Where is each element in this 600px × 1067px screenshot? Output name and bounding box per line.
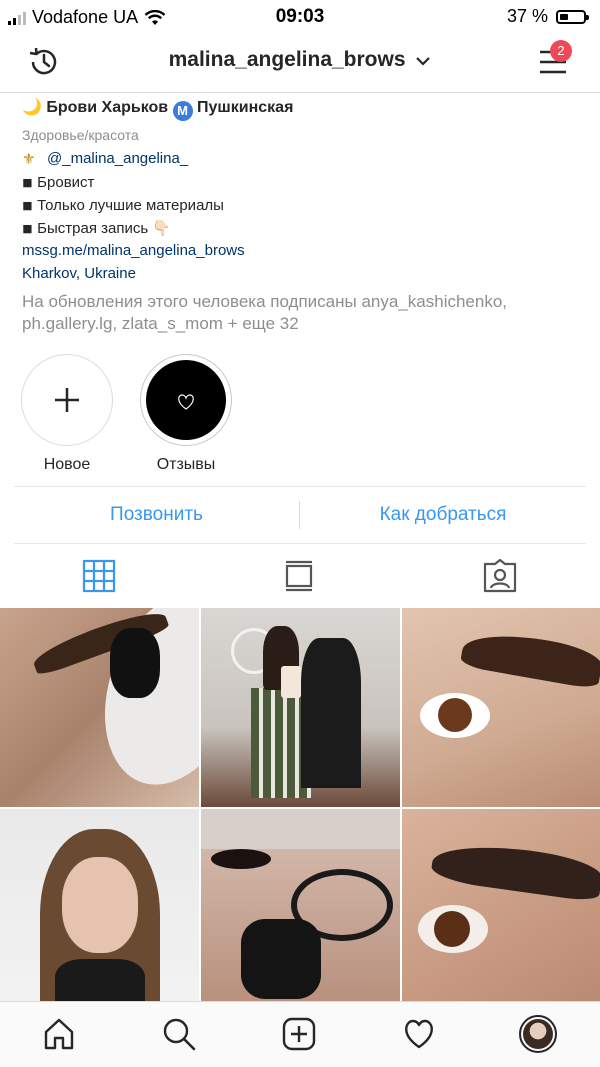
bottom-tab-bar [0, 1001, 600, 1067]
profile-avatar[interactable] [519, 1015, 557, 1053]
home-icon[interactable] [42, 1017, 76, 1051]
heart-icon [178, 394, 194, 410]
highlight-new-circle [21, 354, 113, 446]
bio-name: 🌙 Брови Харьков M Пушкинская [22, 97, 293, 121]
status-bar: Vodafone UA 09:03 37 % [0, 0, 600, 34]
activity-heart-icon[interactable] [402, 1018, 436, 1050]
pointing-hand-icon: 👇🏻 [152, 220, 172, 237]
highlight-reviews-circle [140, 354, 232, 446]
directions-button[interactable]: Как добраться [300, 487, 586, 543]
square-icon: ◾ [22, 174, 33, 191]
mention-link[interactable]: @_malina_angelina_ [47, 150, 188, 167]
square-icon: ◾ [22, 220, 33, 237]
tagged-icon[interactable] [482, 558, 518, 594]
highlight-new-label: Новое [43, 456, 91, 473]
bio-category: Здоровье/красота [22, 127, 139, 143]
highlight-reviews[interactable]: Отзывы [139, 354, 233, 474]
moon-icon: 🌙 [22, 99, 42, 116]
metro-icon: M [172, 101, 193, 121]
followed-by-text[interactable]: На обновления этого человека подписаны a… [22, 291, 562, 335]
battery-percent: 37 % [506, 6, 548, 26]
bio-line: ◾ Быстрая запись 👇🏻 [22, 220, 172, 237]
grid-icon[interactable] [82, 559, 116, 593]
bio-website-link[interactable]: mssg.me/malina_angelina_brows [22, 242, 245, 259]
username: malina_angelina_brows [168, 48, 406, 71]
profile-tabs [0, 546, 600, 606]
call-button[interactable]: Позвонить [14, 487, 299, 543]
username-switcher[interactable]: malina_angelina_brows [0, 48, 600, 72]
grid-photo[interactable] [402, 608, 600, 807]
grid-photo[interactable] [201, 809, 400, 1008]
bio-line: ◾ Бровист [22, 174, 95, 191]
grid-photo[interactable] [402, 809, 600, 1008]
new-post-icon[interactable] [282, 1017, 316, 1051]
battery-icon [556, 9, 589, 24]
square-icon: ◾ [22, 197, 33, 214]
bio-line: ⚜ @_malina_angelina_ [22, 150, 188, 168]
plus-icon [55, 388, 79, 412]
chevron-down-icon [415, 48, 431, 66]
bio-line: ◾ Только лучшие материалы [22, 197, 224, 214]
feed-icon[interactable] [284, 559, 314, 593]
contact-actions: Позвонить Как добраться [14, 486, 586, 544]
profile-header: malina_angelina_brows 2 [0, 34, 600, 93]
grid-photo[interactable] [0, 608, 199, 807]
bio-location-link[interactable]: Kharkov, Ukraine [22, 265, 136, 282]
highlight-new[interactable]: Новое [20, 354, 114, 474]
notification-badge: 2 [550, 40, 572, 62]
search-icon[interactable] [162, 1017, 196, 1051]
grid-photo[interactable] [201, 608, 400, 807]
grid-photo[interactable] [0, 809, 199, 1008]
fleur-icon: ⚜ [22, 151, 36, 168]
highlight-reviews-label: Отзывы [156, 456, 216, 473]
